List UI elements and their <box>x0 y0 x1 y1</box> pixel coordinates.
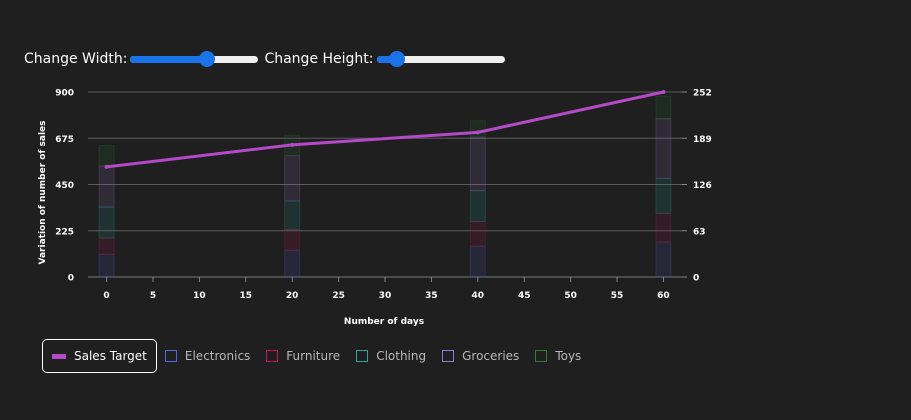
y-right-tick-label: 0 <box>693 274 699 284</box>
legend-item-toys[interactable]: Toys <box>527 340 589 372</box>
legend-label: Furniture <box>286 349 341 363</box>
x-tick-label: 20 <box>286 291 299 301</box>
bar-furniture <box>469 221 486 247</box>
height-slider[interactable] <box>376 50 505 68</box>
bar-toys <box>655 95 672 120</box>
legend-label: Clothing <box>376 349 427 363</box>
bar-electronics <box>469 245 486 278</box>
legend-swatch <box>535 350 548 362</box>
legend-label: Sales Target <box>74 349 147 363</box>
x-tick-label: 0 <box>103 291 109 301</box>
x-tick-label: 35 <box>425 291 438 301</box>
legend-item-clothing[interactable]: Clothing <box>348 340 434 372</box>
bar-clothing <box>655 177 672 214</box>
y-right-tick-label: 189 <box>693 135 712 145</box>
legend-label: Electronics <box>184 349 251 363</box>
x-tick-label: 5 <box>150 291 156 301</box>
bar-furniture <box>284 229 301 251</box>
sales-target-point <box>475 130 480 135</box>
sales-target-line <box>106 90 664 169</box>
x-tick-label: 55 <box>611 291 624 301</box>
y-left-tick-label: 675 <box>55 135 74 145</box>
bar-electronics <box>98 253 115 278</box>
x-tick-label: 45 <box>518 291 531 301</box>
x-tick-label: 50 <box>564 291 577 301</box>
x-tick-label: 40 <box>472 291 485 301</box>
legend-swatch <box>442 350 455 362</box>
y-left-tick-label: 900 <box>55 89 74 99</box>
sales-target-point <box>104 164 109 169</box>
legend-label: Groceries <box>462 349 520 363</box>
y-left-tick-label: 0 <box>68 274 74 284</box>
legend-swatch <box>266 350 279 362</box>
bar-clothing <box>469 190 486 222</box>
x-tick-label: 60 <box>657 291 670 301</box>
bar-furniture <box>655 212 672 243</box>
bar-electronics <box>655 241 672 278</box>
bar-groceries <box>98 165 115 208</box>
x-tick-label: 15 <box>240 291 253 301</box>
bar-groceries <box>469 136 486 192</box>
bar-clothing <box>98 206 115 239</box>
x-tick-label: 25 <box>332 291 345 301</box>
x-tick-label: 30 <box>379 291 392 301</box>
chart-legend: Sales Target Electronics Furniture Clothing… <box>42 339 589 373</box>
sales-target-point <box>661 90 666 94</box>
y-right-tick-label: 126 <box>693 181 712 191</box>
y-right-tick-label: 63 <box>693 227 706 237</box>
sales-chart: 0 225 450 675 900 0 63 126 189 252 0 5 10 15 20 25 30 35 4… <box>38 89 712 328</box>
legend-item-electronics[interactable]: Electronics <box>157 340 258 372</box>
bar-clothing <box>284 200 301 231</box>
legend-item-groceries[interactable]: Groceries <box>434 340 527 372</box>
bar-groceries <box>655 118 672 179</box>
bar-groceries <box>284 155 301 202</box>
chart-size-controls: Change Width: Change Height: <box>24 50 509 68</box>
x-tick-label: 10 <box>193 291 206 301</box>
y-right-tick-label: 252 <box>693 89 712 99</box>
y-axis-title: Variation of number of sales <box>38 120 48 264</box>
x-axis-title: Number of days <box>344 317 424 327</box>
bar-furniture <box>98 237 115 255</box>
width-slider-thumb[interactable] <box>199 51 216 67</box>
width-slider[interactable] <box>130 50 259 68</box>
legend-swatch <box>164 350 177 362</box>
bar-toys <box>469 120 486 138</box>
legend-item-sales-target[interactable]: Sales Target <box>42 339 157 373</box>
legend-swatch <box>356 350 369 362</box>
legend-swatch <box>52 353 66 359</box>
bar-toys <box>98 144 115 167</box>
width-slider-label: Change Width: <box>24 51 128 67</box>
bar-electronics <box>284 249 301 278</box>
height-slider-label: Change Height: <box>264 51 374 67</box>
sales-target-point <box>290 142 295 147</box>
width-slider-fill <box>130 56 208 63</box>
legend-item-furniture[interactable]: Furniture <box>258 340 348 372</box>
legend-label: Toys <box>555 349 582 363</box>
y-left-tick-label: 225 <box>55 227 74 237</box>
y-left-tick-label: 450 <box>55 181 74 191</box>
height-slider-thumb[interactable] <box>388 51 405 67</box>
